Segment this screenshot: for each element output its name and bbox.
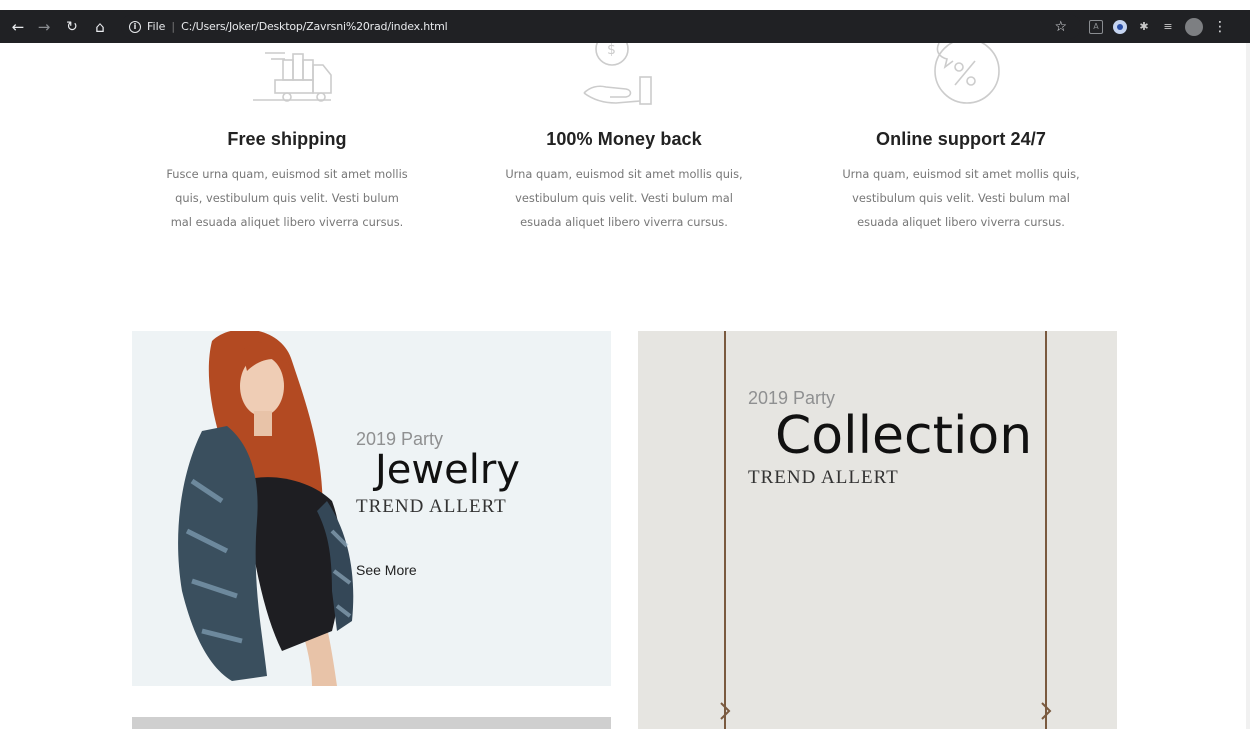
feature-title: Free shipping — [227, 129, 347, 149]
feature-description: Fusce urna quam, euismod sit amet mollis… — [148, 162, 426, 234]
file-scheme-label: File — [147, 20, 166, 33]
jewelry-banner[interactable]: 2019 Party Jewelry TREND ALLERT See More — [132, 331, 611, 686]
feature-description-line: esuada aliquet libero viverra cursus. — [520, 215, 728, 229]
svg-text:$: $ — [607, 43, 616, 58]
feature-description-line: vestibulum quis velit. Vesti bulum mal — [852, 191, 1070, 205]
address-bar[interactable]: i File | C:/Users/Joker/Desktop/Zavrsni%… — [121, 14, 1081, 39]
feature-description-line: quis, vestibulum quis velit. Vesti bulum — [175, 191, 399, 205]
puzzle-extensions-icon[interactable]: ✱ — [1137, 20, 1151, 34]
media-queue-icon[interactable]: ≡ — [1161, 20, 1175, 34]
feature-title: 100% Money back — [546, 129, 702, 149]
see-more-link[interactable]: See More — [356, 562, 417, 578]
delivery-truck-icon — [253, 52, 332, 102]
profile-avatar-icon[interactable] — [1185, 17, 1203, 36]
feature-online-support: Online support 24/7 Urna quam, euismod s… — [823, 43, 1099, 234]
address-separator: | — [171, 20, 176, 33]
banner-subtitle: TREND ALLERT — [356, 496, 507, 517]
support-chat-icon — [934, 43, 1000, 104]
next-banner-peek — [132, 717, 611, 729]
feature-description-line: Urna quam, euismod sit amet mollis quis, — [842, 167, 1080, 181]
feature-description-line: esuada aliquet libero viverra cursus. — [857, 215, 1065, 229]
feature-description-line: mal esuada aliquet libero viverra cursus… — [170, 215, 404, 229]
banner-subtitle: TREND ALLERT — [748, 467, 899, 488]
banner-title: Jewelry — [375, 447, 520, 493]
page-scrollbar[interactable] — [1246, 43, 1250, 729]
feature-description: Urna quam, euismod sit amet mollis quis,… — [486, 162, 762, 234]
forward-arrow-icon[interactable]: → — [33, 16, 55, 38]
kebab-menu-icon[interactable]: ⋮ — [1213, 19, 1227, 35]
hanging-ropes-graphic — [720, 331, 1052, 729]
feature-description: Urna quam, euismod sit amet mollis quis,… — [823, 162, 1099, 234]
feature-description-line: Fusce urna quam, euismod sit amet mollis — [166, 167, 408, 181]
url-text[interactable]: C:/Users/Joker/Desktop/Zavrsni%20rad/ind… — [181, 20, 448, 33]
pdf-extension-icon[interactable]: A — [1089, 19, 1103, 34]
extension-circle-icon[interactable] — [1113, 19, 1127, 34]
feature-free-shipping: Free shipping Fusce urna quam, euismod s… — [148, 43, 426, 234]
home-icon[interactable]: ⌂ — [89, 16, 111, 38]
feature-title: Online support 24/7 — [876, 129, 1046, 149]
browser-toolbar: ← → ↻ ⌂ i File | C:/Users/Joker/Desktop/… — [0, 10, 1250, 43]
info-icon[interactable]: i — [129, 20, 141, 33]
collection-banner[interactable]: 2019 Party Collection TREND ALLERT — [638, 331, 1117, 729]
feature-description-line: vestibulum quis velit. Vesti bulum mal — [515, 191, 733, 205]
banner-title: Collection — [775, 406, 1033, 466]
back-arrow-icon[interactable]: ← — [7, 16, 29, 38]
feature-description-line: Urna quam, euismod sit amet mollis quis, — [505, 167, 743, 181]
reload-icon[interactable]: ↻ — [61, 16, 83, 38]
money-back-hand-icon: $ — [583, 43, 652, 105]
bookmark-star-icon[interactable]: ☆ — [1054, 19, 1067, 35]
feature-money-back: $ 100% Money back Urna quam, euismod sit… — [486, 43, 762, 234]
